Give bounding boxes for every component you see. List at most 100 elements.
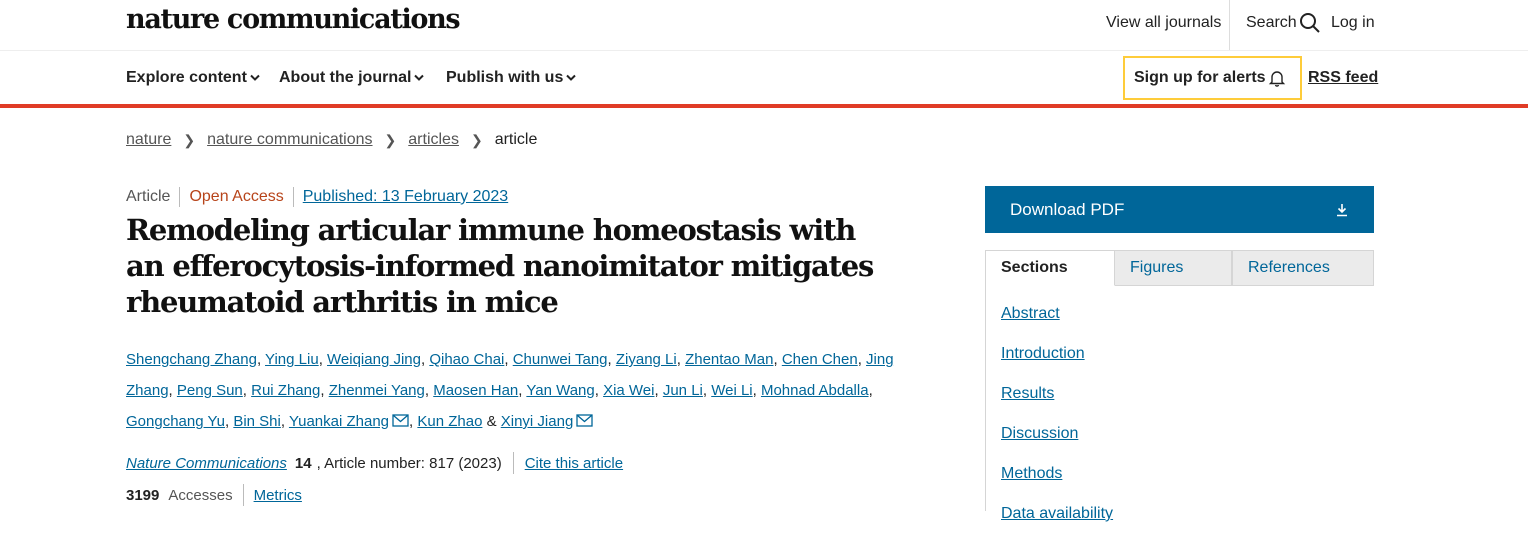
author-link[interactable]: Peng Sun <box>177 382 243 399</box>
author-separator: , <box>676 351 686 368</box>
author-link[interactable]: Yuankai Zhang <box>289 413 389 430</box>
chevron-down-icon <box>414 74 425 81</box>
email-icon[interactable] <box>392 414 409 427</box>
view-all-journals-link[interactable]: View all journals <box>1106 14 1221 32</box>
author-separator: , <box>702 382 712 399</box>
section-link[interactable]: Data availability <box>1001 505 1113 522</box>
accesses-label: Accesses <box>168 486 233 504</box>
chevron-right-icon: ❯ <box>470 131 483 148</box>
chevron-right-icon: ❯ <box>183 131 196 148</box>
email-icon[interactable] <box>576 414 593 427</box>
author-separator: , <box>857 351 867 368</box>
bell-icon <box>1268 71 1285 87</box>
author-separator: , <box>594 382 604 399</box>
tab-panel-border <box>985 285 986 511</box>
author-separator: , <box>773 351 782 368</box>
journal-name-link[interactable]: Nature Communications <box>126 455 287 472</box>
author-link[interactable]: Zhentao Man <box>685 351 773 368</box>
article-number: , Article number: 817 (2023) <box>316 454 502 472</box>
section-link[interactable]: Methods <box>1001 465 1062 482</box>
search-button[interactable]: Search <box>1246 12 1321 34</box>
author-separator: , <box>318 351 328 368</box>
tab-figures[interactable]: Figures <box>1115 250 1232 286</box>
breadcrumb: nature ❯ nature communications ❯ article… <box>126 131 537 149</box>
section-item: Methods <box>1001 464 1113 504</box>
author-separator: , <box>242 382 252 399</box>
download-pdf-button[interactable]: Download PDF <box>985 186 1374 233</box>
nav-publish-label: Publish with us <box>446 69 564 86</box>
author-link[interactable]: Weiqiang Jing <box>327 351 421 368</box>
author-link[interactable]: Qihao Chai <box>429 351 504 368</box>
breadcrumb-nature[interactable]: nature <box>126 131 171 149</box>
author-link[interactable]: Ziyang Li <box>616 351 677 368</box>
nav-publish-with-us[interactable]: Publish with us <box>446 69 577 87</box>
author-link[interactable]: Ying Liu <box>265 351 319 368</box>
author-link[interactable]: Wei Li <box>711 382 752 399</box>
author-link[interactable]: Shengchang Zhang <box>126 351 257 368</box>
chevron-right-icon: ❯ <box>384 131 397 148</box>
top-header: nature communications View all journals … <box>0 0 1528 51</box>
section-item: Introduction <box>1001 344 1113 384</box>
section-item: Data availability <box>1001 504 1113 544</box>
section-link[interactable]: Abstract <box>1001 305 1060 322</box>
section-link[interactable]: Discussion <box>1001 425 1078 442</box>
sign-up-alerts-button[interactable]: Sign up for alerts <box>1123 56 1302 100</box>
author-link[interactable]: Yan Wang <box>526 382 594 399</box>
divider <box>292 187 294 207</box>
author-separator: , <box>654 382 663 399</box>
search-label: Search <box>1246 14 1297 31</box>
chevron-down-icon <box>566 74 577 81</box>
sections-list: Abstract Introduction Results Discussion Met… <box>1001 304 1113 544</box>
author-link[interactable]: Zhenmei Yang <box>329 382 425 399</box>
nav-about-journal[interactable]: About the journal <box>279 69 425 87</box>
author-link[interactable]: Mohnad Abdalla <box>761 382 869 399</box>
author-separator: , <box>424 382 434 399</box>
download-icon <box>1337 203 1347 216</box>
tab-references[interactable]: References <box>1232 250 1374 286</box>
author-link[interactable]: Jun Li <box>663 382 703 399</box>
section-link[interactable]: Results <box>1001 385 1054 402</box>
author-separator: & <box>482 413 501 430</box>
rss-feed-link[interactable]: RSS feed <box>1308 69 1378 87</box>
breadcrumb-nature-communications[interactable]: nature communications <box>207 131 372 149</box>
citation-line: Nature Communications 14 , Article numbe… <box>126 452 623 474</box>
author-separator: , <box>868 382 873 399</box>
author-link[interactable]: Gongchang Yu <box>126 413 225 430</box>
section-item: Results <box>1001 384 1113 424</box>
author-separator: , <box>256 351 266 368</box>
nav-explore-content[interactable]: Explore content <box>126 69 260 87</box>
author-link[interactable]: Chen Chen <box>782 351 858 368</box>
breadcrumb-current: article <box>494 131 538 148</box>
author-list: Shengchang Zhang, Ying Liu, Weiqiang Jin… <box>126 344 896 437</box>
author-separator: , <box>752 382 761 399</box>
divider <box>242 484 244 506</box>
alerts-label: Sign up for alerts <box>1134 69 1266 86</box>
article-title: Remodeling articular immune homeostasis … <box>126 213 874 319</box>
author-separator: , <box>280 413 289 430</box>
section-item: Discussion <box>1001 424 1113 464</box>
divider <box>512 452 514 474</box>
author-separator: , <box>504 351 513 368</box>
author-link[interactable]: Kun Zhao <box>417 413 482 430</box>
metrics-line: 3199 Accesses Metrics <box>126 484 302 506</box>
login-link[interactable]: Log in <box>1331 14 1375 32</box>
open-access-label: Open Access <box>189 188 284 205</box>
header-divider <box>1229 0 1230 50</box>
author-link[interactable]: Bin Shi <box>233 413 281 430</box>
author-link[interactable]: Xinyi Jiang <box>501 413 574 430</box>
cite-this-article-link[interactable]: Cite this article <box>525 455 623 472</box>
author-link[interactable]: Maosen Han <box>433 382 518 399</box>
author-link[interactable]: Xia Wei <box>603 382 654 399</box>
author-link[interactable]: Chunwei Tang <box>513 351 608 368</box>
journal-logo[interactable]: nature communications <box>126 4 461 35</box>
author-link[interactable]: Rui Zhang <box>251 382 320 399</box>
article-meta: Article Open Access Published: 13 Februa… <box>126 187 508 207</box>
author-separator: , <box>607 351 616 368</box>
published-date-link[interactable]: Published: 13 February 2023 <box>303 188 508 206</box>
section-link[interactable]: Introduction <box>1001 345 1085 362</box>
author-separator: , <box>320 382 329 399</box>
breadcrumb-articles[interactable]: articles <box>408 131 459 149</box>
nav-explore-label: Explore content <box>126 69 247 86</box>
tab-sections[interactable]: Sections <box>985 250 1115 286</box>
metrics-link[interactable]: Metrics <box>254 487 302 504</box>
